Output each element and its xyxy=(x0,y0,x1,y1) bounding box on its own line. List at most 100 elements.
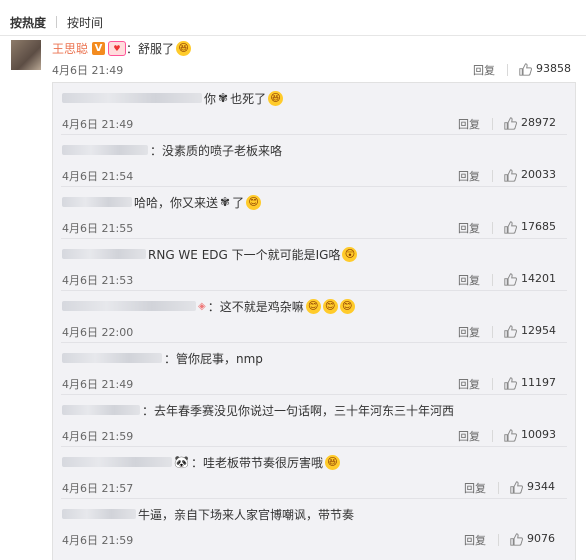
reply-item: RNG WE EDG 下一个就可能是IG咯 😲 4月6日 21:53 回复 14… xyxy=(53,239,575,291)
laugh-emoji-icon: 😆 xyxy=(176,40,192,56)
divider xyxy=(0,35,586,36)
blurred-username[interactable] xyxy=(62,93,202,103)
thumbs-up-icon xyxy=(504,168,517,182)
like-button[interactable]: 93858 xyxy=(519,62,571,76)
reply-time: 4月6日 22:00 xyxy=(62,326,134,339)
bunny-emoji-icon: ✾ xyxy=(220,195,231,209)
sort-tabs: 按热度 按时间 xyxy=(10,12,103,32)
reply-item: ：管你屁事，nmp 4月6日 21:49 回复 11197 xyxy=(53,343,575,395)
blurred-username[interactable] xyxy=(62,509,136,519)
reply-item: ：去年春季赛没见你说过一句话啊，三十年河东三十年河西 4月6日 21:59 回复… xyxy=(53,395,575,447)
like-button[interactable]: 12954 xyxy=(504,324,556,338)
reply-time: 4月6日 21:59 xyxy=(62,430,134,443)
like-count: 93858 xyxy=(536,62,571,75)
reply-text: 哈哈，你又来送 xyxy=(134,195,219,210)
reply-text-tail: 也死了 xyxy=(230,91,267,106)
smile-emoji-icon: 😊 xyxy=(246,194,262,210)
reply-text: ：管你屁事，nmp xyxy=(164,351,263,366)
comment-time: 4月6日 21:49 xyxy=(52,64,124,77)
main-comment: 王思聪 V ♥ ：舒服了 😆 xyxy=(52,40,192,57)
reply-button[interactable]: 回复 xyxy=(458,376,480,392)
blurred-username[interactable] xyxy=(62,301,196,311)
reply-text: ：哇老板带节奏很厉害哦 xyxy=(190,455,323,470)
like-count: 12954 xyxy=(521,324,556,337)
like-button[interactable]: 28972 xyxy=(504,116,556,130)
reply-item: 哈哈，你又来送 ✾ 了 😊 4月6日 21:55 回复 17685 xyxy=(53,187,575,239)
reply-button[interactable]: 回复 xyxy=(458,324,480,340)
like-button[interactable]: 17685 xyxy=(504,220,556,234)
action-divider xyxy=(492,378,493,390)
level-badge-icon: ♥ xyxy=(108,40,127,56)
thumbs-up-icon xyxy=(510,480,523,494)
blurred-username[interactable] xyxy=(62,197,132,207)
blurred-username[interactable] xyxy=(62,353,162,363)
reply-button[interactable]: 回复 xyxy=(458,272,480,288)
panda-emoji-icon: 🐼 xyxy=(174,455,189,469)
like-button[interactable]: 11197 xyxy=(504,376,556,390)
thumbs-up-icon xyxy=(504,220,517,234)
reply-time: 4月6日 21:49 xyxy=(62,118,134,131)
reply-button[interactable]: 回复 xyxy=(458,168,480,184)
reply-time: 4月6日 21:59 xyxy=(62,534,134,547)
like-button[interactable]: 9076 xyxy=(510,532,555,546)
like-count: 28972 xyxy=(521,116,556,129)
reply-button[interactable]: 回复 xyxy=(458,116,480,132)
action-divider xyxy=(492,430,493,442)
blurred-username[interactable] xyxy=(62,145,148,155)
action-divider xyxy=(492,222,493,234)
like-count: 9344 xyxy=(527,480,555,493)
main-comment-footer: 4月6日 21:49 回复 93858 xyxy=(52,62,574,78)
reply-item: 牛逼，亲自下场来人家官博嘲讽，带节奏 4月6日 21:59 回复 9076 xyxy=(53,499,575,551)
surprise-emoji-icon: 😲 xyxy=(342,246,358,262)
thumbs-up-icon xyxy=(504,428,517,442)
like-button[interactable]: 20033 xyxy=(504,168,556,182)
thumbs-up-icon xyxy=(519,62,532,76)
smile-emoji-icon: 😊 xyxy=(322,298,338,314)
bunny-emoji-icon: ✾ xyxy=(218,91,229,105)
reply-text-tail: 了 xyxy=(232,195,245,210)
reply-item: 你 ✾ 也死了 😆 4月6日 21:49 回复 28972 xyxy=(53,83,575,135)
reply-time: 4月6日 21:54 xyxy=(62,170,134,183)
like-button[interactable]: 10093 xyxy=(504,428,556,442)
reply-button[interactable]: 回复 xyxy=(473,62,495,78)
reply-text: RNG WE EDG 下一个就可能是IG咯 xyxy=(148,247,341,262)
action-divider xyxy=(492,326,493,338)
reply-item: 🐼 ：哇老板带节奏很厉害哦 😆 4月6日 21:57 回复 9344 xyxy=(53,447,575,499)
like-count: 10093 xyxy=(521,428,556,441)
tab-by-time[interactable]: 按时间 xyxy=(67,14,103,31)
reply-text: 你 xyxy=(204,91,217,106)
reply-text: 牛逼，亲自下场来人家官博嘲讽，带节奏 xyxy=(138,507,355,522)
like-count: 17685 xyxy=(521,220,556,233)
reply-button[interactable]: 回复 xyxy=(464,480,486,496)
reply-time: 4月6日 21:55 xyxy=(62,222,134,235)
like-button[interactable]: 9344 xyxy=(510,480,555,494)
reply-button[interactable]: 回复 xyxy=(464,532,486,548)
tab-by-hotness[interactable]: 按热度 xyxy=(10,14,46,31)
reply-time: 4月6日 21:49 xyxy=(62,378,134,391)
like-count: 14201 xyxy=(521,272,556,285)
reply-text: ：没素质的喷子老板来咯 xyxy=(150,143,283,158)
reply-button[interactable]: 回复 xyxy=(458,220,480,236)
action-divider xyxy=(498,534,499,546)
blurred-username[interactable] xyxy=(62,405,140,415)
reply-text: ：这不就是鸡杂嘛 xyxy=(207,299,304,314)
smile-emoji-icon: 😊 xyxy=(305,298,321,314)
action-divider xyxy=(507,64,508,76)
like-count: 11197 xyxy=(521,376,556,389)
blurred-username[interactable] xyxy=(62,249,146,259)
action-divider xyxy=(492,118,493,130)
username-link[interactable]: 王思聪 xyxy=(52,40,88,57)
like-button[interactable]: 14201 xyxy=(504,272,556,286)
avatar[interactable] xyxy=(11,40,41,70)
reply-button[interactable]: 回复 xyxy=(458,428,480,444)
thumbs-up-icon xyxy=(504,116,517,130)
reply-time: 4月6日 21:53 xyxy=(62,274,134,287)
tab-divider xyxy=(56,16,58,28)
thumbs-up-icon xyxy=(504,376,517,390)
reply-list: 你 ✾ 也死了 😆 4月6日 21:49 回复 28972 ：没素质的喷子老板来… xyxy=(52,82,576,560)
blurred-username[interactable] xyxy=(62,457,172,467)
thumbs-up-icon xyxy=(510,532,523,546)
comment-text: ：舒服了 xyxy=(126,41,175,56)
smile-emoji-icon: 😊 xyxy=(339,298,355,314)
reply-item: ◈ ：这不就是鸡杂嘛 😊 😊 😊 4月6日 22:00 回复 12954 xyxy=(53,291,575,343)
